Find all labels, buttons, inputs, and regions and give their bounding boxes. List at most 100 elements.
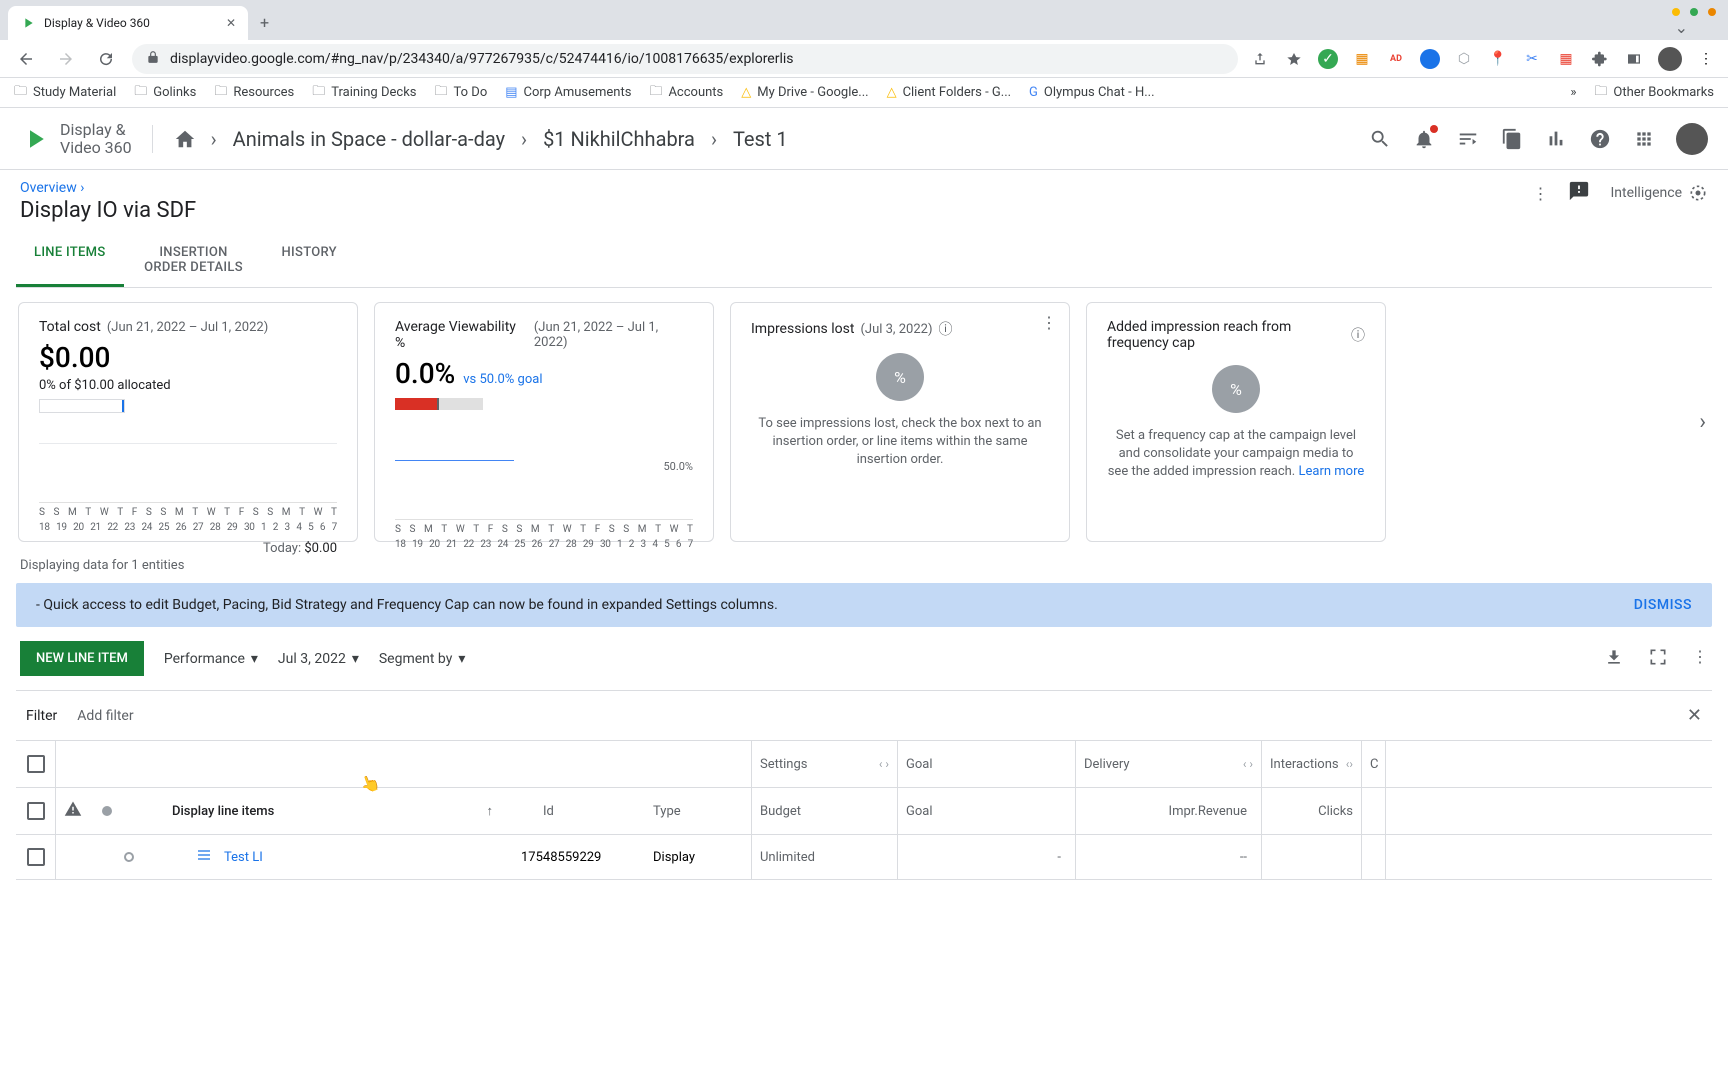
breadcrumb-advertiser[interactable]: Animals in Space - dollar-a-day [233, 127, 505, 151]
select-all-checkbox[interactable] [27, 755, 45, 773]
col-impr[interactable]: Impr. [1169, 804, 1198, 819]
browser-tab[interactable]: Display & Video 360 ✕ [8, 6, 248, 40]
breadcrumb-campaign[interactable]: $1 NikhilChhabra [543, 127, 695, 151]
line-item-link[interactable]: Test LI [224, 850, 263, 865]
cell-revenue: - [1243, 850, 1247, 865]
bookmark-client-folders[interactable]: △Client Folders - G... [887, 85, 1011, 100]
ext-icon-6[interactable]: 📍 [1488, 49, 1508, 69]
dismiss-button[interactable]: DISMISS [1634, 597, 1692, 613]
user-avatar[interactable] [1676, 123, 1708, 155]
col-budget[interactable]: Budget [752, 788, 898, 834]
help-icon[interactable]: ⓘ [938, 319, 952, 339]
ext-icon-7[interactable]: ✂ [1522, 49, 1542, 69]
bookmark-study-material[interactable]: 🗀Study Material [14, 82, 116, 104]
ext-icon-5[interactable]: ⬡ [1454, 49, 1474, 69]
bookmark-resources[interactable]: 🗀Resources [214, 82, 294, 104]
apps-icon[interactable] [1632, 127, 1656, 151]
segment-dropdown[interactable]: Segment by ▾ [379, 651, 466, 667]
ext-icon-4[interactable] [1420, 49, 1440, 69]
col-group-cut: C [1362, 741, 1386, 787]
status-dot-icon [102, 806, 112, 816]
expand-icon[interactable]: ‹ › [1243, 757, 1253, 771]
col-revenue[interactable]: Revenue [1198, 804, 1247, 819]
users-icon[interactable] [1456, 127, 1480, 151]
intelligence-button[interactable]: Intelligence [1610, 183, 1708, 203]
lock-icon [146, 50, 160, 68]
fullscreen-icon[interactable] [1648, 647, 1668, 671]
breadcrumb-io[interactable]: Test 1 [733, 127, 788, 151]
home-icon[interactable] [173, 127, 197, 151]
performance-dropdown[interactable]: Performance ▾ [164, 651, 258, 667]
expand-icon[interactable]: ‹› [1346, 757, 1353, 771]
row-checkbox[interactable] [27, 848, 45, 866]
cell-clicks [1262, 835, 1362, 879]
table-row: Test LI 17548559229 Display Unlimited - … [16, 835, 1712, 880]
sidepanel-icon[interactable] [1624, 49, 1644, 69]
cell-id: 17548559229 [521, 850, 641, 865]
analytics-icon[interactable] [1544, 127, 1568, 151]
date-dropdown[interactable]: Jul 3, 2022 ▾ [278, 651, 359, 667]
back-button[interactable] [12, 45, 40, 73]
tabs-dropdown-icon[interactable]: ⌄ [1675, 18, 1688, 37]
help-icon[interactable] [1588, 127, 1612, 151]
col-goal[interactable]: Goal [898, 788, 1076, 834]
other-bookmarks[interactable]: 🗀Other Bookmarks [1594, 82, 1714, 104]
col-display-line-items[interactable]: Display line items [172, 804, 274, 819]
ext-icon-2[interactable]: ▦ [1352, 49, 1372, 69]
profile-avatar[interactable] [1658, 47, 1682, 71]
bookmark-mydrive[interactable]: △My Drive - Google... [741, 85, 868, 100]
help-icon[interactable]: ⓘ [1351, 325, 1365, 345]
dv360-logo-text: Display & Video 360 [60, 121, 132, 156]
tab-io-details[interactable]: INSERTION ORDER DETAILS [124, 233, 264, 287]
overview-link[interactable]: Overview › [20, 180, 196, 196]
bookmark-training-decks[interactable]: 🗀Training Decks [312, 82, 416, 104]
bookmark-accounts[interactable]: 🗀Accounts [649, 82, 723, 104]
tab-history[interactable]: HISTORY [264, 233, 355, 287]
dv360-logo[interactable]: Display & Video 360 [20, 121, 132, 156]
star-icon[interactable] [1284, 49, 1304, 69]
more-icon[interactable]: ⋮ [1692, 647, 1708, 671]
new-tab-button[interactable]: + [248, 5, 281, 40]
filter-label: Filter [26, 708, 57, 724]
bookmark-olympus[interactable]: GOlympus Chat - H... [1029, 85, 1154, 100]
copy-icon[interactable] [1500, 127, 1524, 151]
learn-more-link[interactable]: Learn more [1298, 464, 1364, 479]
cards-next-icon[interactable]: › [1699, 410, 1706, 435]
sort-asc-icon[interactable]: ↑ [487, 803, 494, 819]
reload-button[interactable] [92, 45, 120, 73]
bookmarks-overflow[interactable]: » [1570, 85, 1576, 100]
clear-filter-icon[interactable]: ✕ [1687, 705, 1702, 726]
new-line-item-button[interactable]: NEW LINE ITEM [20, 641, 144, 676]
extensions-icon[interactable] [1590, 49, 1610, 69]
tab-line-items[interactable]: LINE ITEMS [16, 233, 124, 287]
share-icon[interactable] [1250, 49, 1270, 69]
notifications-icon[interactable] [1412, 127, 1436, 151]
bookmark-corp-amusements[interactable]: ▤Corp Amusements [505, 85, 631, 100]
entity-count-note: Displaying data for 1 entities [16, 556, 1712, 583]
bookmarks-bar: 🗀Study Material 🗀Golinks 🗀Resources 🗀Tra… [0, 78, 1728, 108]
tab-title: Display & Video 360 [44, 16, 150, 30]
ext-icon-1[interactable]: ✓ [1318, 49, 1338, 69]
search-icon[interactable] [1368, 127, 1392, 151]
col-type[interactable]: Type [653, 804, 743, 819]
expand-icon[interactable]: ‹ › [879, 757, 889, 771]
col-group-goal: Goal [906, 757, 933, 772]
col-clicks[interactable]: Clicks [1262, 788, 1362, 834]
add-filter-button[interactable]: Add filter [77, 708, 133, 724]
close-tab-icon[interactable]: ✕ [226, 16, 236, 30]
row-checkbox[interactable] [27, 802, 45, 820]
browser-tab-strip: Display & Video 360 ✕ + ⌄ [0, 0, 1728, 40]
more-menu-icon[interactable]: ⋮ [1532, 184, 1548, 203]
col-id[interactable]: Id [543, 804, 633, 819]
ext-icon-8[interactable]: ▦ [1556, 49, 1576, 69]
feedback-icon[interactable] [1568, 180, 1590, 206]
chrome-menu-icon[interactable]: ⋮ [1696, 49, 1716, 69]
ext-icon-3[interactable]: AD [1386, 49, 1406, 69]
download-icon[interactable] [1604, 647, 1624, 671]
bookmark-todo[interactable]: 🗀To Do [435, 82, 488, 104]
address-bar[interactable]: displayvideo.google.com/#ng_nav/p/234340… [132, 44, 1238, 74]
summary-cards: Total cost (Jun 21, 2022 – Jul 1, 2022) … [16, 288, 1712, 556]
col-group-interactions: Interactions [1270, 757, 1339, 772]
bookmark-golinks[interactable]: 🗀Golinks [134, 82, 196, 104]
card-menu-icon[interactable]: ⋮ [1041, 313, 1057, 332]
